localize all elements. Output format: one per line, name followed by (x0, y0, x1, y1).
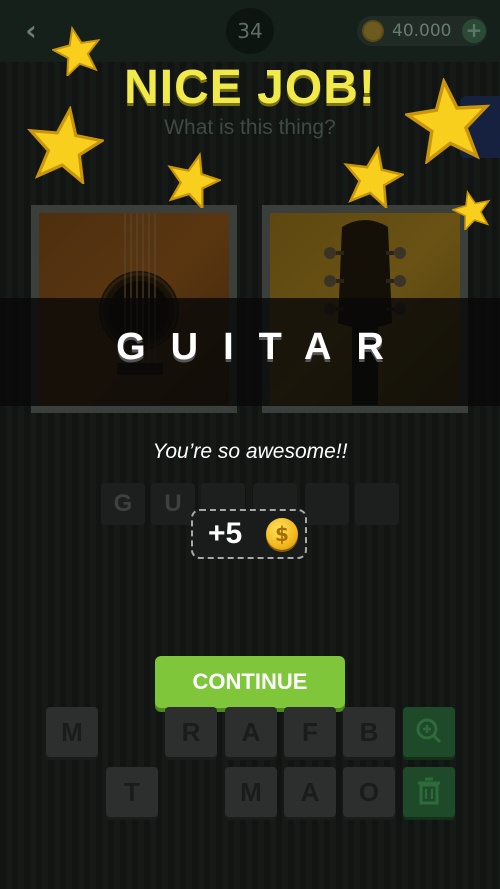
star-icon (167, 152, 221, 208)
letter-key[interactable]: F (284, 707, 336, 757)
star-icon (52, 26, 101, 76)
star-icon (405, 78, 491, 164)
magnifier-plus-icon (416, 718, 442, 744)
letter-key[interactable]: B (343, 707, 395, 757)
star-icon (343, 146, 404, 208)
letter-key[interactable]: R (165, 707, 217, 757)
answer-slot (305, 483, 349, 525)
letter-key[interactable]: A (284, 767, 336, 817)
hint-button[interactable] (403, 707, 455, 757)
plus-icon[interactable]: + (462, 19, 486, 43)
coin-icon: $ (266, 518, 298, 550)
coin-icon (362, 20, 384, 42)
back-icon[interactable]: ‹ (14, 14, 48, 48)
answer-slot: G (101, 483, 145, 525)
letter-key[interactable]: T (106, 767, 158, 817)
delete-button[interactable] (403, 767, 455, 817)
letter-key[interactable]: O (343, 767, 395, 817)
answer-slot (355, 483, 399, 525)
star-icon (452, 190, 491, 230)
answer-word: GUITAR (116, 326, 409, 368)
continue-button[interactable]: CONTINUE (155, 656, 345, 708)
trash-icon (418, 777, 440, 805)
level-badge: 34 (226, 8, 274, 54)
letter-key[interactable]: M (225, 767, 277, 817)
reward-amount: +5 (208, 517, 243, 550)
letter-key[interactable]: A (225, 707, 277, 757)
praise-text: You’re so awesome!! (152, 440, 348, 463)
answer-slot: U (151, 483, 195, 525)
star-icon (27, 106, 104, 184)
letter-key[interactable]: M (46, 707, 98, 757)
coins-count: 40.000 (392, 21, 452, 41)
